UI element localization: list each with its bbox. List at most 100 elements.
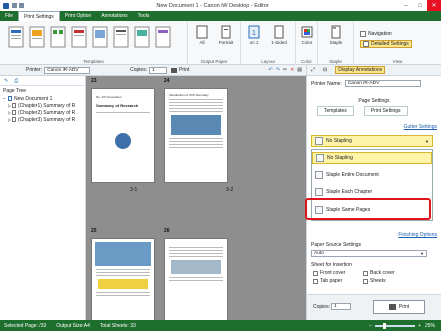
tree-item-label: (Chapter1) Summary of R [18, 102, 76, 109]
staple-dropdown[interactable]: No Stapling ▼ [311, 135, 433, 147]
navigation-icon [360, 31, 366, 37]
save-quick-icon[interactable] [12, 3, 17, 8]
copies-input[interactable]: 1 [149, 66, 168, 74]
tree-item-chapter[interactable]: ▷ (Chapter1) Summary of R [3, 102, 85, 109]
option-no-stapling[interactable]: No Stapling [312, 152, 432, 164]
tree-add-icon[interactable]: ✎ [4, 78, 8, 84]
tree-tool-icon[interactable]: ⎙ [14, 78, 18, 84]
printer-name-row: Printer Name: Canon iR-ADV [311, 80, 421, 87]
settings-panel: Printer Name: Canon iR-ADV Page Settings… [305, 76, 441, 320]
zoom-fit-icon[interactable]: ⤢ [311, 67, 315, 73]
front-cover-checkbox[interactable]: Front cover [313, 270, 345, 276]
checkbox-icon [363, 278, 368, 284]
paper-icon [196, 25, 208, 39]
printer-name-label: Printer Name: [311, 80, 342, 87]
detailed-settings-toggle[interactable]: Detailed Settings [360, 40, 412, 48]
tab-templates[interactable]: Templates [317, 106, 354, 116]
on1-label: on 1 [249, 40, 259, 45]
template-icon[interactable] [71, 26, 87, 48]
page-thumbnail[interactable] [164, 238, 228, 320]
zoom-in-icon[interactable]: + [418, 323, 421, 329]
template-gallery[interactable] [8, 26, 171, 48]
chevron-down-icon: ▼ [425, 138, 429, 144]
delete-icon[interactable]: ✕ [290, 67, 294, 73]
print-footer: Copies: 1 Print [307, 294, 441, 320]
color-button[interactable]: Color [298, 25, 316, 45]
page-logo [115, 133, 131, 149]
template-icon[interactable] [155, 26, 171, 48]
tab-print-settings[interactable]: Print Settings [18, 11, 60, 21]
tab-print-settings-panel[interactable]: Print Settings [363, 106, 408, 116]
option-staple-chapter[interactable]: Staple Each Chapter [312, 186, 432, 198]
paper-all-button[interactable]: All [192, 25, 212, 45]
detailed-settings-icon [363, 41, 369, 47]
templates-group-label: Templates [83, 59, 104, 64]
one-sided-button[interactable]: 1-Sided [265, 25, 293, 45]
output-paper-group-label: Output Paper [200, 59, 228, 64]
gutter-settings-link[interactable]: Gutter Settings [404, 124, 437, 130]
tree-item-chapter[interactable]: ▷ (Chapter2) Summary of R [3, 109, 85, 116]
properties-icon[interactable]: ▤ [297, 67, 302, 73]
printer-name-select[interactable]: Canon iR-ADV [344, 80, 421, 87]
checkbox-icon [313, 278, 318, 284]
zoom-slider-thumb[interactable] [383, 322, 387, 329]
ribbon-tabs: File Print Settings Print Option Annotat… [0, 11, 441, 21]
maximize-button[interactable]: □ [413, 0, 427, 11]
checkbox-label: Sheets [370, 278, 386, 284]
page-title: Summary of Research [96, 103, 139, 108]
paper-source-select[interactable]: Auto ▼ [311, 250, 427, 257]
display-annotations-toggle[interactable]: Display Annotations [335, 66, 386, 74]
staple-ribbon-button[interactable]: Staple [322, 25, 350, 45]
footer-copies-input[interactable]: 1 [331, 303, 351, 310]
pages-per-sheet-button[interactable]: 1 on 1 [245, 25, 263, 45]
staple-group-label: Staple [329, 59, 342, 64]
print-small-button[interactable]: Print [171, 67, 189, 73]
zoom-slider[interactable] [375, 322, 416, 329]
portrait-button[interactable]: Portrait [214, 25, 238, 45]
zoom-out-icon[interactable]: − [369, 323, 372, 329]
total-sheets-status: Total Sheets: 33 [99, 322, 136, 329]
page-heading: No. XX Convention [96, 95, 122, 99]
undo-icon[interactable]: ↶ [268, 67, 272, 73]
template-icon[interactable] [134, 26, 150, 48]
undo-quick-icon[interactable] [19, 3, 24, 8]
print-button[interactable]: Print [373, 300, 425, 314]
tab-tools[interactable]: Tools [133, 11, 155, 21]
printer-select[interactable]: Canon iR-ADV [44, 66, 91, 74]
cut-icon[interactable]: ✂ [283, 67, 287, 73]
checkbox-label: Back cover [370, 270, 395, 276]
page-view[interactable]: 23 24 No. XX Convention Summary of Resea… [86, 76, 306, 320]
paper-source-label: Paper Source Settings [311, 242, 362, 248]
staple-group: Staple Staple [318, 21, 354, 65]
staple-entire-icon [315, 171, 323, 179]
page-thumbnail[interactable] [91, 238, 155, 320]
template-icon[interactable] [113, 26, 129, 48]
no-staple-icon [316, 154, 324, 162]
template-icon[interactable] [50, 26, 66, 48]
page-thumbnail[interactable]: No. XX Convention Summary of Research [91, 88, 155, 183]
tab-annotations[interactable]: Annotations [96, 11, 132, 21]
tab-file[interactable]: File [0, 11, 18, 21]
template-icon[interactable] [8, 26, 24, 48]
page-photo [95, 242, 151, 266]
sheets-checkbox[interactable]: Sheets [363, 278, 386, 284]
template-icon[interactable] [29, 26, 45, 48]
tab-paper-checkbox[interactable]: Tab paper [313, 278, 342, 284]
tab-print-option[interactable]: Print Option [60, 11, 96, 21]
page-thumbnail[interactable]: Introduction of XXX Summary [164, 88, 228, 183]
tree-item-chapter[interactable]: ▷ (Chapter3) Summary of R [3, 116, 85, 123]
filter-icon[interactable]: ⊟ [323, 67, 327, 73]
tree-item-root[interactable]: − New Document 1 [3, 95, 85, 102]
close-button[interactable]: ✕ [427, 0, 441, 11]
minimize-button[interactable]: – [399, 0, 413, 11]
redo-icon[interactable]: ↷ [276, 67, 280, 73]
back-cover-checkbox[interactable]: Back cover [363, 270, 395, 276]
color-group: Color Color [296, 21, 318, 65]
navigation-toggle[interactable]: Navigation [360, 30, 392, 38]
template-icon[interactable] [92, 26, 108, 48]
option-staple-entire[interactable]: Staple Entire Document [312, 169, 432, 181]
page-tree-title: Page Tree [3, 87, 27, 94]
finishing-options-link[interactable]: Finishing Options [398, 232, 437, 238]
view-group-label: View [392, 59, 403, 64]
staple-icon [331, 25, 341, 39]
